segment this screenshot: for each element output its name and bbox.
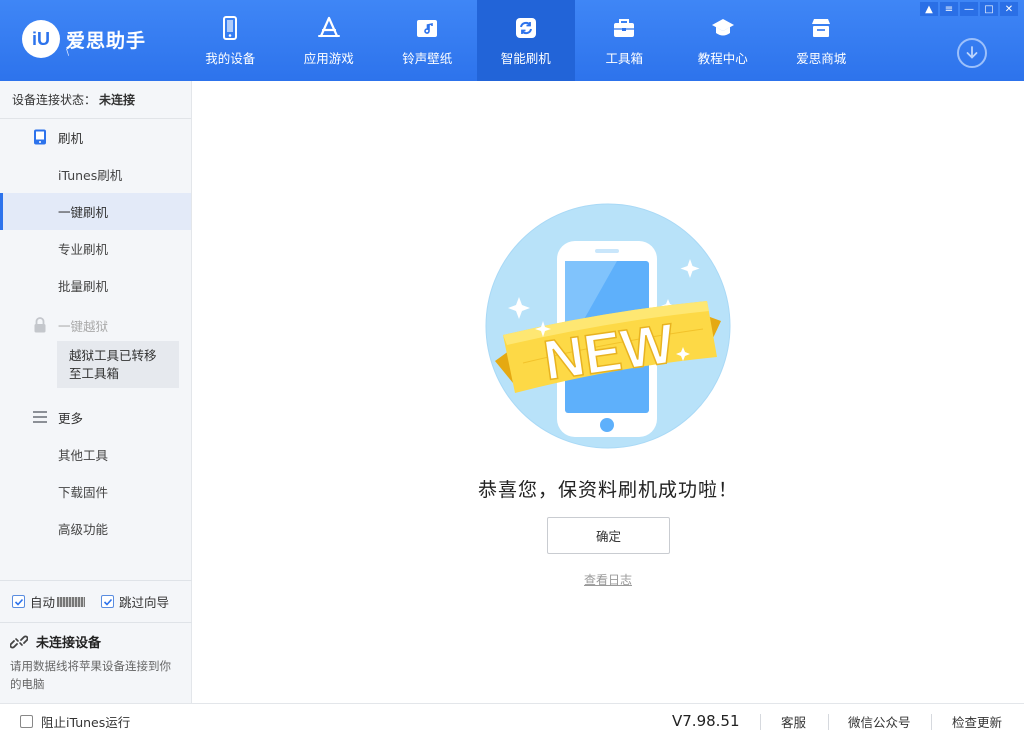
block-itunes-option[interactable]: 阻止iTunes运行: [20, 712, 130, 731]
connection-status-value: 未连接: [99, 93, 136, 107]
section-flash[interactable]: 刷机: [0, 119, 192, 155]
sidebar-item-advanced[interactable]: 高级功能: [0, 510, 191, 547]
download-icon: [966, 46, 978, 59]
confirm-button[interactable]: 确定: [547, 517, 670, 554]
app-store-icon: [317, 16, 340, 38]
main-content: NEW 恭喜您，保资料刷机成功啦！ 确定 查看日志: [192, 81, 1024, 703]
new-phone-illustration: NEW: [485, 203, 731, 449]
app-name: 爱思助手: [66, 29, 147, 52]
device-panel-title-row: 未连接设备: [10, 632, 182, 651]
list-lines-icon: [32, 409, 48, 425]
success-message: 恭喜您，保资料刷机成功啦！: [477, 479, 738, 501]
device-panel: 未连接设备 请用数据线将苹果设备连接到你的电脑: [0, 624, 192, 701]
sidebar-checks: 自动 跳过向导: [0, 580, 192, 623]
list-icon[interactable]: ≡: [940, 2, 958, 16]
device-panel-desc: 请用数据线将苹果设备连接到你的电脑: [10, 659, 171, 691]
flash-phone-icon: [32, 129, 48, 145]
nav-tutorials[interactable]: 教程中心: [674, 0, 773, 81]
section-more[interactable]: 更多: [0, 399, 192, 435]
sidebar-item-label: 下载固件: [58, 485, 109, 500]
nav-label: 爱思商城: [796, 51, 847, 66]
nav-smart-flash[interactable]: 智能刷机: [476, 0, 575, 81]
graduation-cap-icon: [711, 19, 734, 36]
sidebar-item-label: 其他工具: [58, 448, 109, 463]
nav-label: 我的设备: [205, 51, 256, 66]
connection-status-label: 设备连接状态：: [12, 93, 97, 107]
minimize-icon[interactable]: —: [960, 2, 978, 16]
auto-checkbox-group[interactable]: 自动: [12, 592, 86, 611]
divider: [828, 714, 829, 730]
nav-toolbox[interactable]: 工具箱: [575, 0, 674, 81]
section-more-label: 更多: [58, 410, 84, 426]
phone-icon: [223, 16, 238, 40]
divider: [760, 714, 761, 730]
unlink-icon: [10, 635, 28, 648]
app-sub: \: [66, 48, 70, 58]
maximize-icon[interactable]: □: [980, 2, 998, 16]
support-link[interactable]: 客服: [781, 712, 806, 731]
nav-ringtones[interactable]: 铃声壁纸: [378, 0, 477, 81]
sidebar-item-label: 专业刷机: [58, 242, 109, 257]
device-panel-title: 未连接设备: [36, 636, 102, 651]
wechat-link[interactable]: 微信公众号: [848, 712, 911, 731]
store-icon: [812, 19, 831, 37]
nav-label: 教程中心: [697, 51, 748, 66]
nav-apps-games[interactable]: 应用游戏: [280, 0, 379, 81]
check-update-link[interactable]: 检查更新: [952, 712, 1002, 731]
block-itunes-checkbox[interactable]: [20, 714, 33, 728]
nav-label: 应用游戏: [303, 51, 354, 66]
lock-icon: [32, 317, 48, 333]
skip-wizard-group[interactable]: 跳过向导: [101, 592, 169, 611]
connection-status: 设备连接状态： 未连接: [0, 81, 191, 119]
view-log-link[interactable]: 查看日志: [192, 571, 1024, 588]
divider: [931, 714, 932, 730]
download-button[interactable]: [957, 38, 987, 68]
sidebar-item-label: 一键刷机: [58, 205, 109, 220]
check-icon: [103, 598, 112, 606]
skip-wizard-checkbox[interactable]: [101, 595, 115, 608]
sidebar-item-download-firmware[interactable]: 下载固件: [0, 473, 191, 510]
nav-store[interactable]: 爱思商城: [772, 0, 871, 81]
nav-label: 智能刷机: [500, 51, 551, 66]
sidebar-item-itunes-flash[interactable]: iTunes刷机: [0, 156, 191, 193]
nav-label: 工具箱: [605, 51, 643, 66]
sidebar: 设备连接状态： 未连接 刷机 iTunes刷机 一键刷机 专业刷机 批量刷机 一…: [0, 81, 192, 703]
app-logo: iU 爱思助手: [22, 20, 146, 58]
close-icon[interactable]: ✕: [1000, 2, 1018, 16]
shirt-icon[interactable]: ▲: [920, 2, 938, 16]
music-folder-icon: [417, 20, 438, 37]
refresh-icon: [515, 18, 536, 38]
auto-label: 自动: [30, 595, 56, 610]
skip-wizard-label: 跳过向导: [119, 595, 170, 610]
logo-mark: iU: [32, 28, 50, 49]
sidebar-item-label: iTunes刷机: [58, 168, 123, 183]
version-label: V7.98.51: [672, 712, 740, 730]
auto-checkbox[interactable]: [12, 595, 25, 608]
nav-my-device[interactable]: 我的设备: [181, 0, 280, 81]
section-flash-label: 刷机: [58, 130, 84, 146]
status-bar: 阻止iTunes运行 V7.98.51 客服 微信公众号 检查更新: [0, 703, 1024, 738]
sidebar-item-label: 高级功能: [58, 522, 109, 537]
section-jailbreak: 一键越狱: [0, 307, 192, 343]
sidebar-item-batch-flash[interactable]: 批量刷机: [0, 267, 191, 304]
main-nav: 我的设备 应用游戏 铃声壁纸 智能刷机 工具箱 教程中心 爱思商城: [181, 0, 871, 81]
toolbox-icon: [614, 19, 635, 37]
section-jailbreak-label: 一键越狱: [58, 318, 109, 334]
sidebar-item-other-tools[interactable]: 其他工具: [0, 436, 191, 473]
sidebar-item-pro-flash[interactable]: 专业刷机: [0, 230, 191, 267]
block-itunes-label: 阻止iTunes运行: [41, 714, 131, 730]
check-icon: [14, 598, 23, 606]
top-bar: iU 爱思助手 \ 我的设备 应用游戏 铃声壁纸 智能刷机 工具箱 教程中心 爱…: [0, 0, 1024, 81]
sidebar-item-one-click-flash[interactable]: 一键刷机: [0, 193, 191, 230]
jailbreak-tooltip: 越狱工具已转移至工具箱: [57, 341, 179, 388]
window-controls: ▲ ≡ — □ ✕: [920, 2, 1018, 16]
logo-badge: iU: [22, 20, 60, 58]
garbled-text: [57, 596, 86, 607]
sidebar-item-label: 批量刷机: [58, 279, 109, 294]
nav-label: 铃声壁纸: [402, 51, 453, 66]
